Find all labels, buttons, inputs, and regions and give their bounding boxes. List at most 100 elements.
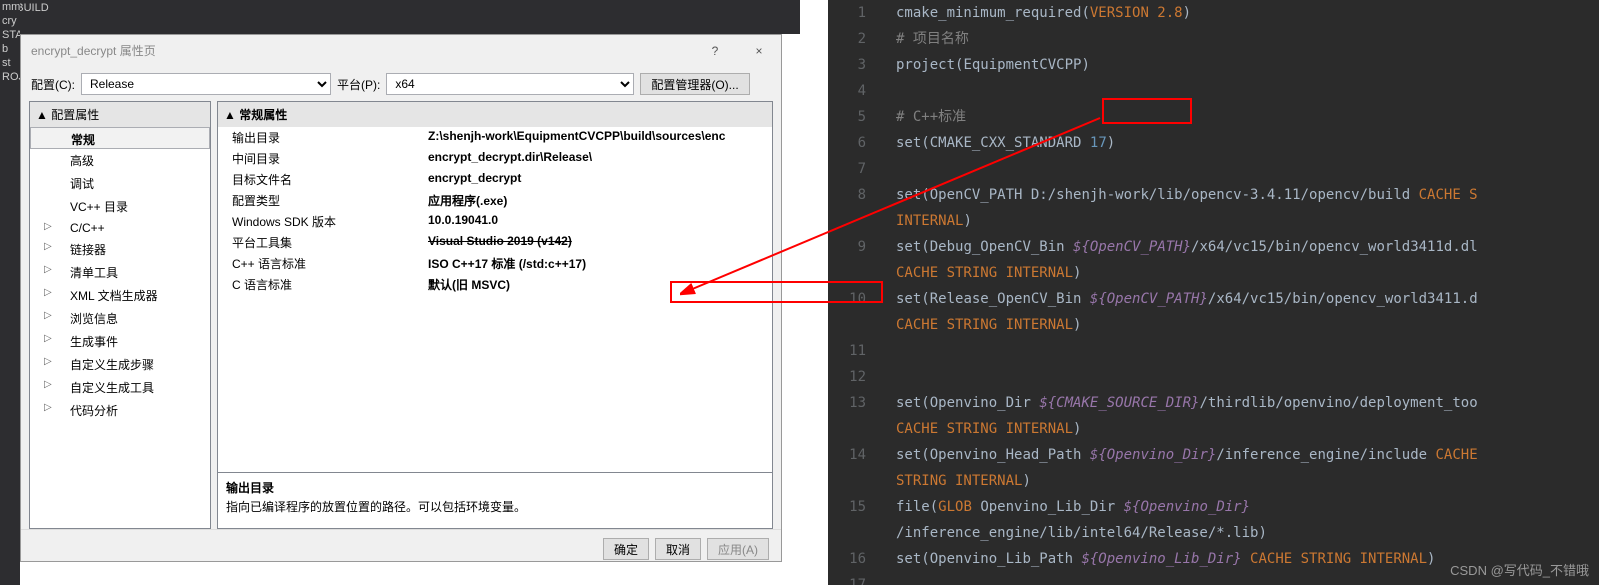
expand-icon[interactable]: ▷ (44, 221, 52, 232)
code-line[interactable] (896, 156, 1599, 182)
config-label: 配置(C): (31, 76, 75, 93)
code-line[interactable]: project(EquipmentCVCPP) (896, 52, 1599, 78)
expand-icon[interactable]: ▷ (44, 356, 52, 367)
desc-body: 指向已编译程序的放置位置的路径。可以包括环境变量。 (226, 498, 764, 515)
prop-value[interactable]: encrypt_decrypt (428, 171, 772, 188)
expand-icon[interactable]: ▷ (44, 333, 52, 344)
line-number (828, 260, 866, 286)
code-line[interactable]: set(Release_OpenCV_Bin ${OpenCV_PATH}/x6… (896, 286, 1599, 312)
property-list: 输出目录Z:\shenjh-work\EquipmentCVCPP\build\… (218, 127, 772, 472)
help-icon[interactable]: ? (693, 35, 737, 67)
vs-strip-item: b (0, 42, 20, 56)
config-select[interactable]: Release (81, 73, 331, 95)
expand-icon[interactable]: ▷ (44, 402, 52, 413)
property-row[interactable]: 平台工具集Visual Studio 2019 (v142) (218, 232, 772, 253)
prop-value[interactable]: Z:\shenjh-work\EquipmentCVCPP\build\sour… (428, 129, 772, 146)
prop-value[interactable]: 10.0.19041.0 (428, 213, 772, 230)
expand-icon[interactable]: ▷ (44, 241, 52, 252)
tree-item-label: 自定义生成步骤 (70, 358, 154, 372)
tree-header[interactable]: ▲ 配置属性 (30, 102, 210, 127)
code-line[interactable] (896, 338, 1599, 364)
code-line[interactable]: set(Openvino_Head_Path ${Openvino_Dir}/i… (896, 442, 1599, 468)
vs-solution-strip: mmoncrySTAbstROJ (0, 0, 20, 585)
tree-item-label: 高级 (70, 154, 94, 168)
tree-item[interactable]: ▷ 自定义生成步骤 (30, 353, 210, 376)
line-number: 15 (828, 494, 866, 520)
prop-value[interactable]: ISO C++17 标准 (/std:c++17) (428, 255, 772, 272)
cancel-button[interactable]: 取消 (655, 538, 701, 560)
property-row[interactable]: Windows SDK 版本10.0.19041.0 (218, 211, 772, 232)
line-number: 9 (828, 234, 866, 260)
code-line[interactable]: STRING INTERNAL) (896, 468, 1599, 494)
code-line[interactable]: set(OpenCV_PATH D:/shenjh-work/lib/openc… (896, 182, 1599, 208)
prop-value[interactable]: 应用程序(.exe) (428, 192, 772, 209)
prop-header[interactable]: ▲ 常规属性 (218, 102, 772, 127)
code-line[interactable]: /inference_engine/lib/intel64/Release/*.… (896, 520, 1599, 546)
property-row[interactable]: 目标文件名encrypt_decrypt (218, 169, 772, 190)
code-editor[interactable]: 12345678910111213141516171819202122 cmak… (828, 0, 1599, 585)
property-tree[interactable]: ▲ 配置属性 常规高级调试VC++ 目录▷C/C++▷链接器▷清单工具▷XML … (29, 101, 211, 529)
vs-strip-item: ROJ (0, 70, 20, 84)
config-manager-button[interactable]: 配置管理器(O)... (640, 73, 749, 95)
prop-key: Windows SDK 版本 (218, 213, 428, 230)
expand-icon[interactable]: ▷ (44, 379, 52, 390)
dialog-titlebar[interactable]: encrypt_decrypt 属性页 ? × (21, 35, 781, 67)
tree-item[interactable]: 调试 (30, 172, 210, 195)
tree-item[interactable]: ▷ 链接器 (30, 238, 210, 261)
code-line[interactable]: cmake_minimum_required(VERSION 2.8) (896, 0, 1599, 26)
property-row[interactable]: 中间目录encrypt_decrypt.dir\Release\ (218, 148, 772, 169)
code-line[interactable]: CACHE STRING INTERNAL) (896, 312, 1599, 338)
prop-value[interactable]: encrypt_decrypt.dir\Release\ (428, 150, 772, 167)
code-line[interactable]: set(CMAKE_CXX_STANDARD 17) (896, 130, 1599, 156)
tree-item[interactable]: ▷清单工具 (30, 261, 210, 284)
apply-button[interactable]: 应用(A) (707, 538, 769, 560)
tree-item[interactable]: 常规 (30, 127, 210, 149)
tree-item-label: 链接器 (70, 243, 106, 257)
platform-select[interactable]: x64 (386, 73, 634, 95)
line-number (828, 416, 866, 442)
code-line[interactable]: CACHE STRING INTERNAL) (896, 260, 1599, 286)
tree-item[interactable]: VC++ 目录 (30, 195, 210, 218)
tree-item[interactable]: ▷自定义生成工具 (30, 376, 210, 399)
prop-key: C 语言标准 (218, 276, 428, 293)
code-line[interactable]: file(GLOB Openvino_Lib_Dir ${Openvino_Di… (896, 494, 1599, 520)
code-line[interactable]: # C++标准 (896, 104, 1599, 130)
line-number: 17 (828, 572, 866, 585)
tree-item[interactable]: ▷代码分析 (30, 399, 210, 422)
prop-value[interactable]: 默认(旧 MSVC) (428, 276, 772, 293)
dialog-title: encrypt_decrypt 属性页 (31, 44, 156, 58)
tree-item[interactable]: ▷C/C++ (30, 218, 210, 238)
expand-icon[interactable]: ▷ (44, 287, 52, 298)
line-number (828, 208, 866, 234)
property-row[interactable]: C++ 语言标准ISO C++17 标准 (/std:c++17) (218, 253, 772, 274)
ok-button[interactable]: 确定 (603, 538, 649, 560)
close-icon[interactable]: × (737, 35, 781, 67)
line-number: 10 (828, 286, 866, 312)
line-number: 4 (828, 78, 866, 104)
expand-icon[interactable]: ▷ (44, 310, 52, 321)
prop-value[interactable]: Visual Studio 2019 (v142) (428, 234, 772, 251)
property-row[interactable]: 输出目录Z:\shenjh-work\EquipmentCVCPP\build\… (218, 127, 772, 148)
code-line[interactable]: set(Debug_OpenCV_Bin ${OpenCV_PATH}/x64/… (896, 234, 1599, 260)
code-line[interactable]: # 项目名称 (896, 26, 1599, 52)
code-line[interactable]: INTERNAL) (896, 208, 1599, 234)
vs-strip-item: cry (0, 14, 20, 28)
expand-icon[interactable]: ▷ (44, 264, 52, 275)
property-row[interactable]: 配置类型应用程序(.exe) (218, 190, 772, 211)
property-row[interactable]: C 语言标准默认(旧 MSVC) (218, 274, 772, 295)
code-line[interactable]: CACHE STRING INTERNAL) (896, 416, 1599, 442)
line-number: 7 (828, 156, 866, 182)
code-line[interactable] (896, 364, 1599, 390)
code-line[interactable] (896, 78, 1599, 104)
code-line[interactable]: set(Openvino_Dir ${CMAKE_SOURCE_DIR}/thi… (896, 390, 1599, 416)
code-content[interactable]: cmake_minimum_required(VERSION 2.8)# 项目名… (896, 0, 1599, 585)
prop-key: 平台工具集 (218, 234, 428, 251)
tree-item[interactable]: ▷生成事件 (30, 330, 210, 353)
line-number: 1 (828, 0, 866, 26)
watermark: CSDN @写代码_不错哦 (1450, 560, 1589, 579)
tree-item[interactable]: ▷XML 文档生成器 (30, 284, 210, 307)
vs-strip-item: st (0, 56, 20, 70)
property-description: 输出目录 指向已编译程序的放置位置的路径。可以包括环境变量。 (218, 472, 772, 528)
tree-item[interactable]: ▷浏览信息 (30, 307, 210, 330)
tree-item[interactable]: 高级 (30, 149, 210, 172)
